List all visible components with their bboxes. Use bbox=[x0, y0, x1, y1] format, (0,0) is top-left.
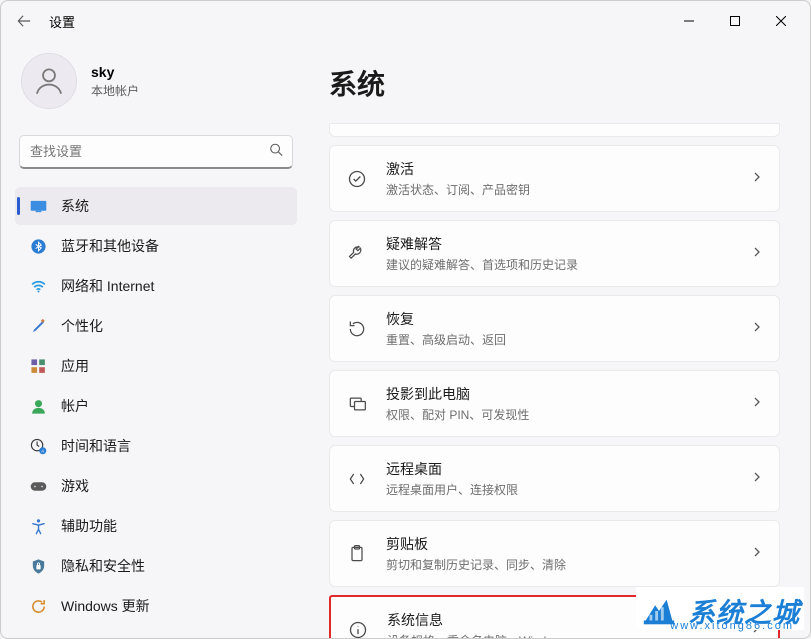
card-subtitle: 重置、高级启动、返回 bbox=[386, 331, 733, 348]
card-title: 恢复 bbox=[386, 309, 733, 329]
main-content: 系统 激活 激活状态、订阅、产品密钥 bbox=[311, 41, 810, 638]
card-title: 疑难解答 bbox=[386, 234, 733, 254]
chevron-right-icon bbox=[751, 245, 763, 263]
person-icon bbox=[29, 397, 47, 415]
sidebar-item-accessibility[interactable]: 辅助功能 bbox=[15, 507, 297, 545]
bluetooth-icon bbox=[29, 237, 47, 255]
chevron-right-icon bbox=[751, 320, 763, 338]
sidebar: sky 本地帐户 系统 bbox=[1, 41, 311, 638]
sidebar-item-label: 帐户 bbox=[61, 396, 89, 416]
back-button[interactable] bbox=[7, 4, 41, 38]
sidebar-item-network[interactable]: 网络和 Internet bbox=[15, 267, 297, 305]
sidebar-item-personalization[interactable]: 个性化 bbox=[15, 307, 297, 345]
card-partial-top[interactable] bbox=[329, 123, 780, 137]
card-subtitle: 权限、配对 PIN、可发现性 bbox=[386, 406, 733, 423]
search-input[interactable] bbox=[19, 135, 293, 169]
sidebar-item-label: 系统 bbox=[61, 196, 89, 216]
card-clipboard[interactable]: 剪贴板 剪切和复制历史记录、同步、清除 bbox=[329, 520, 780, 587]
user-name: sky bbox=[91, 64, 139, 80]
sidebar-item-bluetooth[interactable]: 蓝牙和其他设备 bbox=[15, 227, 297, 265]
accessibility-icon bbox=[29, 517, 47, 535]
sidebar-item-gaming[interactable]: 游戏 bbox=[15, 467, 297, 505]
sidebar-item-label: 应用 bbox=[61, 356, 89, 376]
card-project[interactable]: 投影到此电脑 权限、配对 PIN、可发现性 bbox=[329, 370, 780, 437]
user-block[interactable]: sky 本地帐户 bbox=[15, 41, 297, 129]
recovery-icon bbox=[346, 318, 368, 340]
close-button[interactable] bbox=[758, 6, 804, 36]
sidebar-item-time-language[interactable]: A 时间和语言 bbox=[15, 427, 297, 465]
sidebar-item-system[interactable]: 系统 bbox=[15, 187, 297, 225]
card-title: 激活 bbox=[386, 159, 733, 179]
sidebar-item-label: 蓝牙和其他设备 bbox=[61, 236, 159, 256]
card-title: 剪贴板 bbox=[386, 534, 733, 554]
card-system-info[interactable]: 系统信息 设备规格，重命名电脑、Wind bbox=[329, 595, 780, 638]
wifi-icon bbox=[29, 277, 47, 295]
card-recovery[interactable]: 恢复 重置、高级启动、返回 bbox=[329, 295, 780, 362]
nav-list: 系统 蓝牙和其他设备 网络和 Internet bbox=[15, 187, 297, 625]
card-title: 远程桌面 bbox=[386, 459, 733, 479]
display-icon bbox=[29, 197, 47, 215]
sidebar-item-label: 游戏 bbox=[61, 476, 89, 496]
card-subtitle: 远程桌面用户、连接权限 bbox=[386, 481, 733, 498]
card-title: 系统信息 bbox=[387, 610, 732, 630]
sidebar-item-apps[interactable]: 应用 bbox=[15, 347, 297, 385]
card-subtitle: 建议的疑难解答、首选项和历史记录 bbox=[386, 256, 733, 273]
sidebar-item-label: Windows 更新 bbox=[61, 596, 150, 616]
card-troubleshoot[interactable]: 疑难解答 建议的疑难解答、首选项和历史记录 bbox=[329, 220, 780, 287]
chevron-right-icon bbox=[751, 545, 763, 563]
chevron-right-icon bbox=[750, 621, 762, 639]
sidebar-item-update[interactable]: Windows 更新 bbox=[15, 587, 297, 625]
card-subtitle: 设备规格，重命名电脑、Wind bbox=[387, 632, 732, 638]
info-icon bbox=[347, 619, 369, 639]
check-circle-icon bbox=[346, 168, 368, 190]
gamepad-icon bbox=[29, 477, 47, 495]
wrench-icon bbox=[346, 243, 368, 265]
titlebar: 设置 bbox=[1, 1, 810, 41]
page-title: 系统 bbox=[329, 63, 780, 103]
card-remote-desktop[interactable]: 远程桌面 远程桌面用户、连接权限 bbox=[329, 445, 780, 512]
project-icon bbox=[346, 393, 368, 415]
brush-icon bbox=[29, 317, 47, 335]
sidebar-item-accounts[interactable]: 帐户 bbox=[15, 387, 297, 425]
clipboard-icon bbox=[346, 543, 368, 565]
card-activation[interactable]: 激活 激活状态、订阅、产品密钥 bbox=[329, 145, 780, 212]
maximize-button[interactable] bbox=[712, 6, 758, 36]
chevron-right-icon bbox=[751, 395, 763, 413]
sidebar-item-label: 隐私和安全性 bbox=[61, 556, 145, 576]
remote-icon bbox=[346, 468, 368, 490]
search-wrap bbox=[15, 135, 297, 169]
sidebar-item-label: 网络和 Internet bbox=[61, 276, 154, 296]
chevron-right-icon bbox=[751, 470, 763, 488]
sidebar-item-privacy[interactable]: 隐私和安全性 bbox=[15, 547, 297, 585]
sidebar-item-label: 个性化 bbox=[61, 316, 103, 336]
app-title: 设置 bbox=[49, 12, 75, 31]
apps-icon bbox=[29, 357, 47, 375]
clock-language-icon: A bbox=[29, 437, 47, 455]
sidebar-item-label: 时间和语言 bbox=[61, 436, 131, 456]
minimize-button[interactable] bbox=[666, 6, 712, 36]
avatar bbox=[21, 53, 77, 109]
chevron-right-icon bbox=[751, 170, 763, 188]
card-subtitle: 激活状态、订阅、产品密钥 bbox=[386, 181, 733, 198]
shield-icon bbox=[29, 557, 47, 575]
sidebar-item-label: 辅助功能 bbox=[61, 516, 117, 536]
user-account-type: 本地帐户 bbox=[91, 82, 139, 99]
update-icon bbox=[29, 597, 47, 615]
card-subtitle: 剪切和复制历史记录、同步、清除 bbox=[386, 556, 733, 573]
svg-text:A: A bbox=[41, 448, 44, 453]
card-title: 投影到此电脑 bbox=[386, 384, 733, 404]
